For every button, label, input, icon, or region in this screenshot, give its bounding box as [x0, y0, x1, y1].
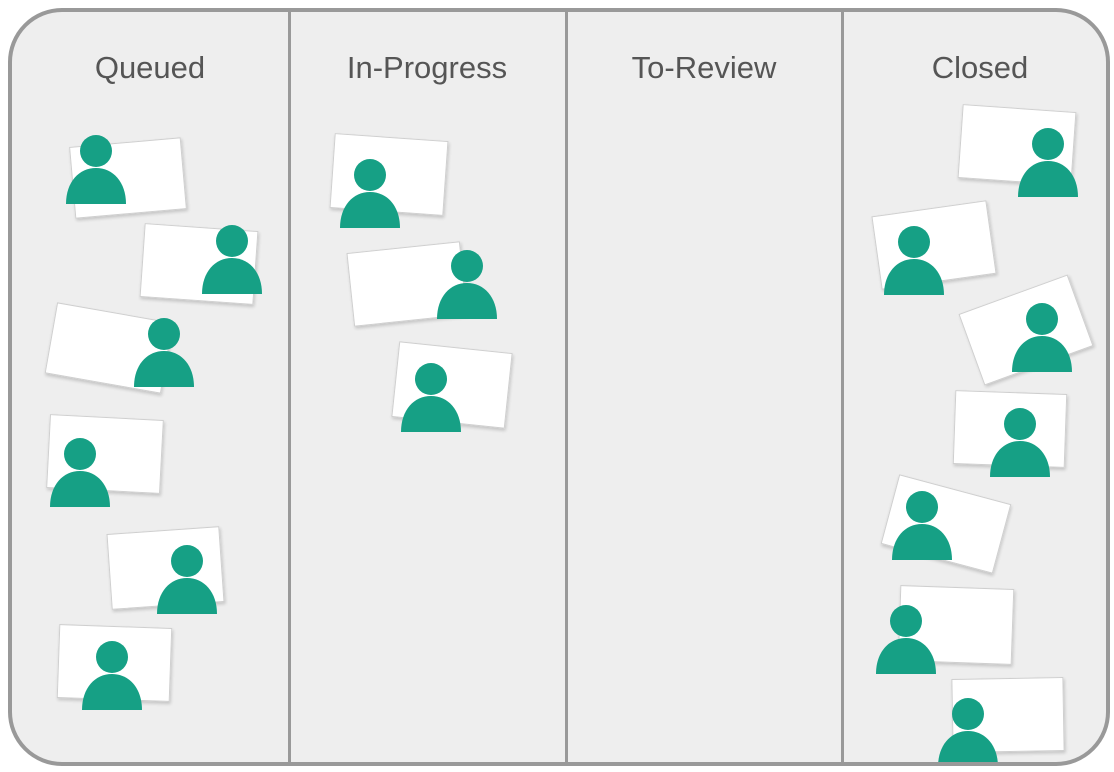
person-icon	[50, 438, 110, 507]
column-title-in-progress: In-Progress	[346, 50, 508, 85]
column-divider	[841, 12, 844, 762]
column-divider	[565, 12, 568, 762]
column-title-to-review: To-Review	[631, 50, 777, 85]
person-icon	[884, 226, 944, 295]
person-icon	[340, 159, 400, 228]
person-icon	[82, 641, 142, 710]
person-icon	[134, 318, 194, 387]
person-icon	[401, 363, 461, 432]
person-icon	[990, 408, 1050, 477]
person-icon	[876, 605, 936, 674]
person-icon	[437, 250, 497, 319]
person-icon	[202, 225, 262, 294]
person-icon	[157, 545, 217, 614]
person-icon	[892, 491, 952, 560]
column-title-queued: Queued	[94, 50, 206, 85]
kanban-board: Queued In-Progress To-Review Closed	[8, 8, 1110, 766]
column-title-closed: Closed	[931, 50, 1029, 85]
person-icon	[1012, 303, 1072, 372]
person-icon	[1018, 128, 1078, 197]
person-icon	[66, 135, 126, 204]
column-divider	[288, 12, 291, 762]
person-icon	[938, 698, 998, 762]
